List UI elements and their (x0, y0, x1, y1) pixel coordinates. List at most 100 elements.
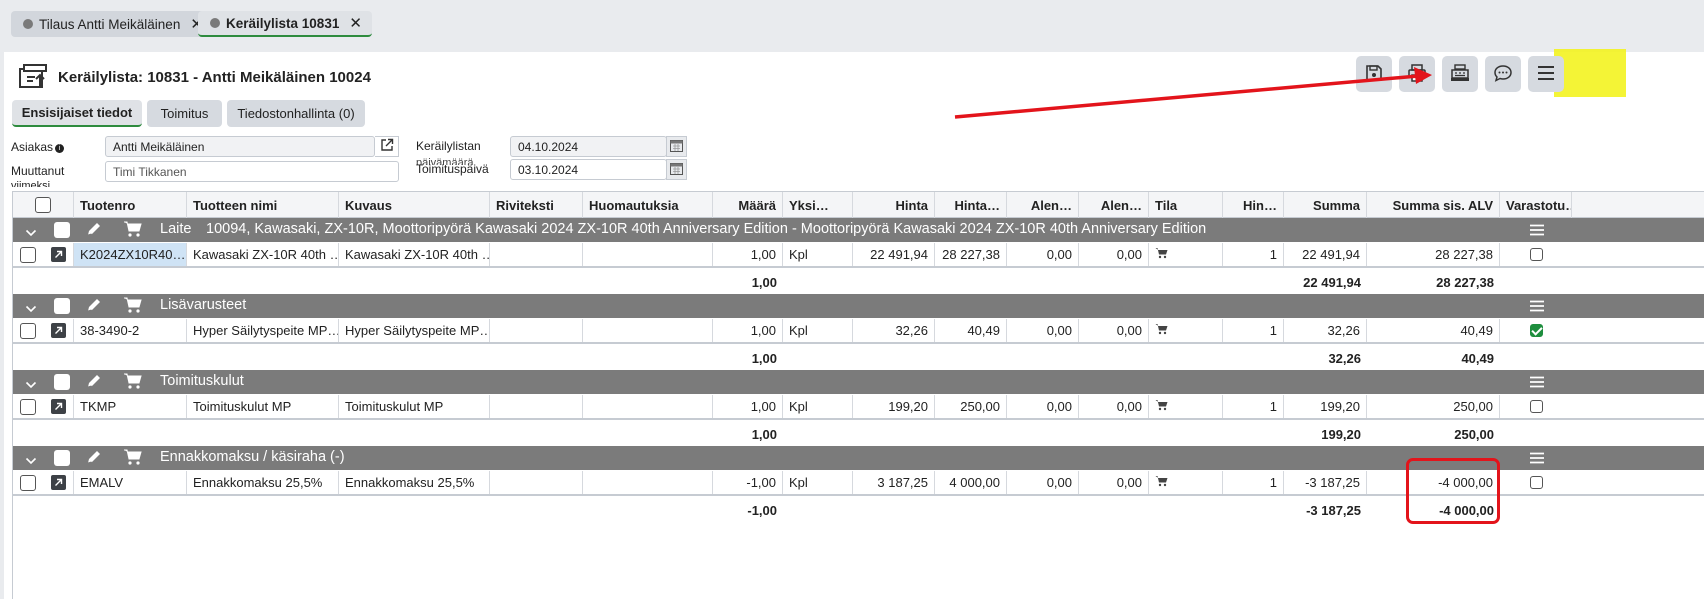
stock-checkbox[interactable] (1529, 476, 1543, 489)
row-checkbox[interactable] (20, 474, 36, 491)
group-checkbox[interactable] (54, 298, 70, 314)
col-hin[interactable]: Hin… (1223, 192, 1284, 218)
tab-label: Keräilylista 10831 (226, 15, 340, 31)
group-total-row: 1,00 199,20 250,00 (13, 422, 1704, 446)
header-form: Asiakas i Antti Meikäläinen Muuttanut vii… (4, 134, 764, 192)
chevron-down-icon[interactable] (25, 453, 37, 469)
cell-ale2: 0,00 (1079, 319, 1149, 342)
cell-riviteksti[interactable] (490, 319, 583, 342)
tab-ensisijaiset-tiedot[interactable]: Ensisijaiset tiedot (12, 100, 142, 127)
col-alennus-1[interactable]: Alen… (1007, 192, 1079, 218)
col-hinta[interactable]: Hinta (853, 192, 935, 218)
tab-tilaus[interactable]: Tilaus Antti Meikäläinen ✕ (11, 11, 213, 37)
col-maara[interactable]: Määrä (713, 192, 783, 218)
table-row[interactable]: K2024ZX10R40… Kawasaki ZX-10R 40th … Kawas… (13, 243, 1704, 268)
asiakas-field[interactable]: Antti Meikäläinen (105, 136, 375, 157)
cell-summa: 32,26 (1284, 319, 1367, 342)
row-open-cell (43, 471, 74, 494)
tab-kerailylista[interactable]: Keräilylista 10831 ✕ (198, 11, 372, 37)
edit-icon[interactable] (85, 296, 103, 318)
chevron-down-icon[interactable] (25, 225, 37, 241)
open-row-icon[interactable] (50, 399, 66, 414)
cell-huomautuksia[interactable] (583, 243, 713, 266)
col-huomautuksia[interactable]: Huomautuksia (583, 192, 713, 218)
cell-ale2: 0,00 (1079, 471, 1149, 494)
row-checkbox[interactable] (20, 398, 36, 415)
save-button[interactable] (1356, 56, 1392, 92)
cell-varastotilanne (1500, 471, 1572, 494)
calendar-button[interactable] (666, 136, 687, 157)
cell-riviteksti[interactable] (490, 243, 583, 266)
tab-tiedostonhallinta[interactable]: Tiedostonhallinta (0) (227, 100, 365, 127)
cell-hinta: 199,20 (853, 395, 935, 418)
cart-icon[interactable] (123, 220, 143, 242)
table-row[interactable]: TKMP Toimituskulut MP Toimituskulut MP 1,00… (13, 395, 1704, 420)
open-external-button[interactable] (375, 136, 399, 157)
cell-hinta2: 250,00 (935, 395, 1007, 418)
chevron-down-icon[interactable] (25, 377, 37, 393)
muuttanut-field[interactable]: Timi Tikkanen (105, 161, 399, 182)
edit-icon[interactable] (85, 220, 103, 242)
cell-huomautuksia[interactable] (583, 395, 713, 418)
col-hinta-alv[interactable]: Hinta… (935, 192, 1007, 218)
col-tuotenro[interactable]: Tuotenro (74, 192, 187, 218)
cart-icon[interactable] (123, 296, 143, 318)
row-select-cell (13, 243, 43, 266)
cell-huomautuksia[interactable] (583, 471, 713, 494)
col-alennus-2[interactable]: Alen… (1079, 192, 1149, 218)
open-row-icon[interactable] (50, 247, 66, 262)
row-checkbox[interactable] (20, 246, 36, 263)
document-tabbar: Tilaus Antti Meikäläinen ✕ Keräilylista … (0, 0, 1704, 46)
print-button[interactable] (1399, 56, 1435, 92)
toimitus-date-field[interactable]: 03.10.2024 (510, 159, 667, 180)
cell-huomautuksia[interactable] (583, 319, 713, 342)
col-yksikko[interactable]: Yksi… (783, 192, 853, 218)
cell-hinta: 3 187,25 (853, 471, 935, 494)
col-tila[interactable]: Tila (1149, 192, 1223, 218)
kerailylista-date-field[interactable]: 04.10.2024 (510, 136, 667, 157)
stock-checkbox[interactable] (1529, 324, 1543, 337)
edit-icon[interactable] (85, 372, 103, 394)
calendar-button[interactable] (666, 159, 687, 180)
cart-icon[interactable] (123, 448, 143, 470)
comment-button[interactable] (1485, 56, 1521, 92)
row-select-cell (13, 395, 43, 418)
cash-register-button[interactable] (1442, 56, 1478, 92)
col-kuvaus[interactable]: Kuvaus (339, 192, 490, 218)
table-row[interactable]: 38-3490-2 Hyper Säilytyspeite MP… Hyper Sä… (13, 319, 1704, 344)
row-open-cell (43, 243, 74, 266)
cart-icon[interactable] (123, 372, 143, 394)
col-summa[interactable]: Summa (1284, 192, 1367, 218)
group-checkbox[interactable] (54, 450, 70, 466)
cell-nimi: Kawasaki ZX-10R 40th … (187, 243, 339, 266)
group-checkbox[interactable] (54, 374, 70, 390)
cell-hin: 1 (1223, 243, 1284, 266)
group-menu-icon[interactable] (1530, 300, 1544, 316)
open-row-icon[interactable] (50, 323, 66, 338)
select-all-checkbox[interactable] (35, 197, 51, 213)
close-icon[interactable]: ✕ (349, 14, 362, 32)
group-checkbox[interactable] (54, 222, 70, 238)
menu-button[interactable] (1528, 56, 1564, 92)
total-summa: 199,20 (1321, 426, 1361, 442)
col-summa-sis-alv[interactable]: Summa sis. ALV (1367, 192, 1500, 218)
open-row-icon[interactable] (50, 475, 66, 490)
chevron-down-icon[interactable] (25, 301, 37, 317)
cart-status-icon (1155, 247, 1168, 262)
cell-tila (1149, 319, 1223, 342)
tab-toimitus[interactable]: Toimitus (147, 100, 222, 127)
group-menu-icon[interactable] (1530, 224, 1544, 240)
total-summa: 22 491,94 (1303, 274, 1361, 290)
col-riviteksti[interactable]: Riviteksti (490, 192, 583, 218)
col-varastotilanne[interactable]: Varastotu… (1500, 192, 1572, 218)
group-menu-icon[interactable] (1530, 376, 1544, 392)
cell-riviteksti[interactable] (490, 395, 583, 418)
row-checkbox[interactable] (20, 322, 36, 339)
stock-checkbox[interactable] (1529, 400, 1543, 413)
col-tuotteen-nimi[interactable]: Tuotteen nimi (187, 192, 339, 218)
cell-hin: 1 (1223, 395, 1284, 418)
edit-icon[interactable] (85, 448, 103, 470)
stock-checkbox[interactable] (1529, 248, 1543, 261)
group-menu-icon[interactable] (1530, 452, 1544, 468)
cell-riviteksti[interactable] (490, 471, 583, 494)
